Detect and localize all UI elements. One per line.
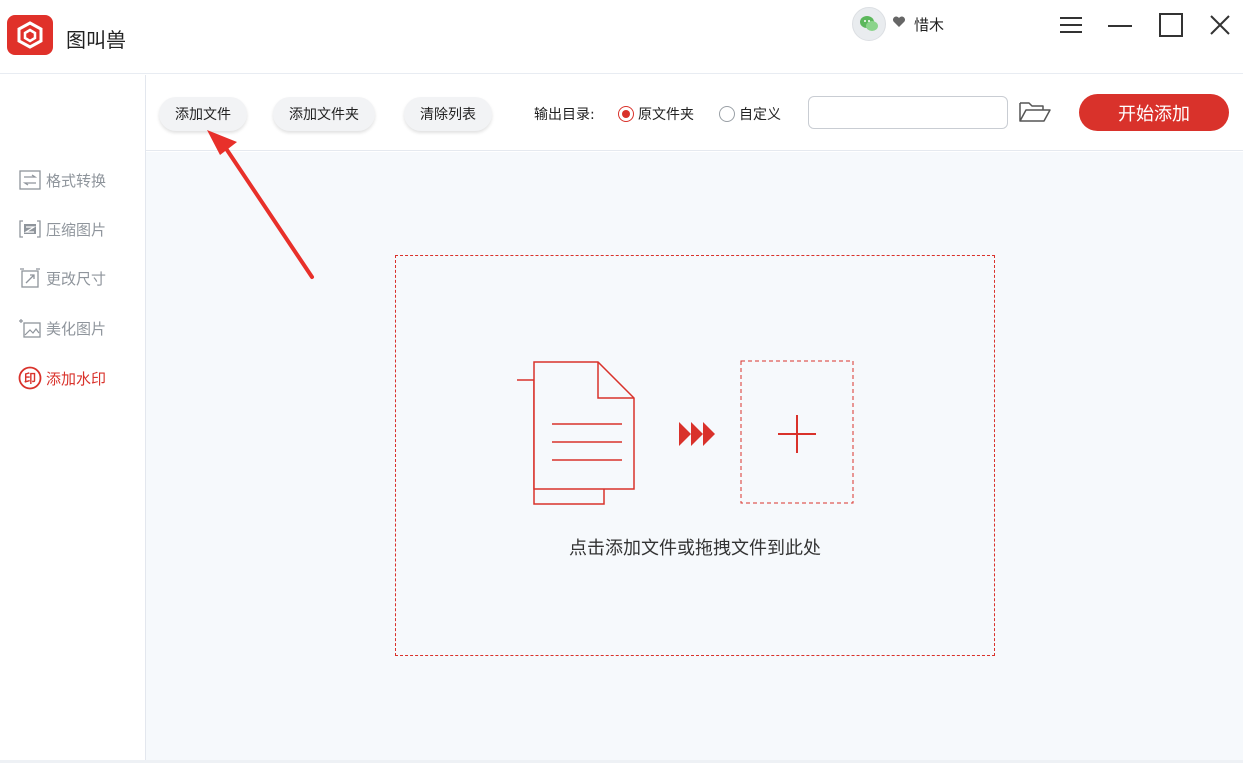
sidebar-item-label: 压缩图片	[46, 220, 107, 239]
output-path-input[interactable]	[808, 96, 1008, 129]
radio-dot	[719, 106, 735, 122]
sidebar: 格式转换 压缩图片 更改尺寸 美化图片 印 添加水印	[0, 75, 146, 763]
sidebar-item-compress[interactable]: 压缩图片	[18, 216, 106, 242]
sidebar-item-format-convert[interactable]: 格式转换	[18, 167, 106, 193]
radio-custom[interactable]: 自定义	[719, 104, 781, 124]
forward-arrows-icon	[679, 422, 715, 446]
watermark-icon: 印	[18, 366, 42, 390]
radio-label: 原文件夹	[638, 107, 694, 123]
toolbar: 添加文件 添加文件夹 清除列表 输出目录: 原文件夹 自定义 开始添加	[146, 75, 1243, 151]
main-area: 点击添加文件或拖拽文件到此处	[146, 152, 1243, 760]
add-folder-button[interactable]: 添加文件夹	[273, 97, 375, 131]
sidebar-item-label: 添加水印	[46, 369, 107, 388]
maximize-icon[interactable]	[1156, 10, 1186, 40]
sidebar-item-label: 美化图片	[46, 319, 107, 338]
close-icon[interactable]	[1205, 10, 1235, 40]
start-button[interactable]: 开始添加	[1079, 94, 1229, 131]
add-placeholder-icon	[740, 360, 854, 504]
compress-icon	[18, 217, 42, 241]
sidebar-item-resize[interactable]: 更改尺寸	[18, 265, 106, 291]
user-name: 惜木	[914, 15, 945, 34]
convert-icon	[18, 168, 42, 192]
app-logo-icon	[7, 15, 53, 55]
resize-icon	[18, 266, 42, 290]
title-bar: 图叫兽 惜木	[0, 0, 1243, 74]
folder-open-icon[interactable]	[1018, 99, 1052, 125]
wechat-avatar-icon[interactable]	[852, 7, 886, 41]
radio-label: 自定义	[739, 107, 781, 123]
add-file-button[interactable]: 添加文件	[159, 97, 247, 131]
sidebar-item-beautify[interactable]: 美化图片	[18, 315, 106, 341]
dropzone-hint: 点击添加文件或拖拽文件到此处	[569, 538, 821, 559]
sidebar-item-watermark[interactable]: 印 添加水印	[18, 365, 106, 391]
output-dir-label: 输出目录:	[534, 107, 595, 123]
user-info[interactable]: 惜木	[852, 7, 945, 41]
svg-text:印: 印	[24, 372, 36, 386]
radio-dot	[618, 106, 634, 122]
clear-list-button[interactable]: 清除列表	[404, 97, 492, 131]
app-title: 图叫兽	[66, 28, 126, 52]
beautify-icon	[18, 316, 42, 340]
heart-icon	[892, 16, 906, 32]
sidebar-item-label: 格式转换	[46, 171, 107, 190]
file-dropzone[interactable]: 点击添加文件或拖拽文件到此处	[395, 255, 995, 656]
sidebar-item-label: 更改尺寸	[46, 269, 107, 288]
documents-icon	[517, 361, 635, 505]
radio-original-folder[interactable]: 原文件夹	[618, 104, 694, 124]
menu-icon[interactable]	[1056, 10, 1086, 40]
minimize-icon[interactable]	[1105, 10, 1135, 40]
